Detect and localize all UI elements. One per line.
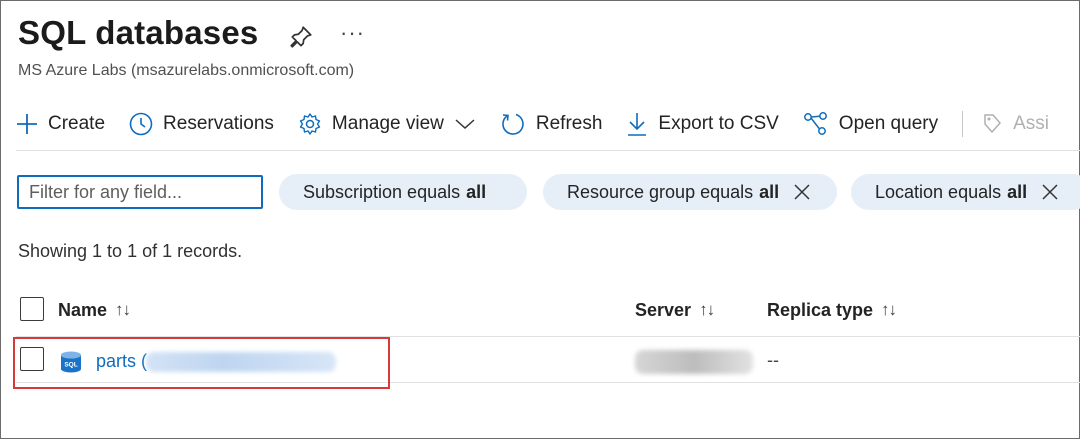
refresh-label: Refresh <box>535 113 603 134</box>
create-label: Create <box>48 113 106 134</box>
reservations-label: Reservations <box>163 113 274 134</box>
filter-pill-subscription[interactable]: Subscription equals all <box>279 174 527 210</box>
redacted-server-name[interactable] <box>635 350 753 374</box>
pill-value: all <box>1007 181 1028 202</box>
export-csv-label: Export to CSV <box>658 113 779 134</box>
export-csv-button[interactable]: Export to CSV <box>626 111 779 137</box>
sort-icon: ↑↓ <box>699 300 715 319</box>
create-button[interactable]: Create <box>16 113 105 135</box>
manage-view-button[interactable]: Manage view <box>298 112 476 136</box>
page-subtitle: MS Azure Labs (msazurelabs.onmicrosoft.c… <box>18 62 355 79</box>
column-label: Server <box>635 299 692 320</box>
filter-pill-resource-group[interactable]: Resource group equals all <box>543 174 837 210</box>
toolbar-separator <box>962 111 964 137</box>
pill-text: Resource group equals <box>567 181 754 202</box>
replica-type-value: -- <box>767 350 779 370</box>
assign-tags-button[interactable]: Assi <box>981 112 1049 136</box>
pill-text: Location equals <box>875 181 1002 202</box>
row-highlight-box <box>13 337 390 389</box>
page-title: SQL databases <box>18 14 259 51</box>
close-icon[interactable] <box>793 183 811 201</box>
open-query-button[interactable]: Open query <box>803 111 938 137</box>
open-query-label: Open query <box>838 113 939 134</box>
clock-icon <box>129 112 153 136</box>
plus-icon <box>17 114 37 134</box>
sort-icon: ↑↓ <box>881 300 897 319</box>
manage-view-label: Manage view <box>331 113 444 134</box>
refresh-button[interactable]: Refresh <box>500 111 603 137</box>
column-header-server[interactable]: Server ↑↓ <box>635 292 715 328</box>
select-all-checkbox[interactable] <box>20 297 44 321</box>
toolbar-divider <box>16 150 1080 151</box>
chevron-down-icon <box>455 119 475 130</box>
filter-input[interactable] <box>17 175 263 209</box>
records-count: Showing 1 to 1 of 1 records. <box>18 241 243 261</box>
column-header-name[interactable]: Name ↑↓ <box>58 292 131 328</box>
pill-value: all <box>759 181 780 202</box>
pin-icon[interactable] <box>288 24 314 50</box>
download-icon <box>628 113 647 136</box>
pill-text: Subscription equals <box>303 181 461 202</box>
query-icon <box>803 112 827 135</box>
close-icon[interactable] <box>1041 183 1059 201</box>
refresh-icon <box>502 113 524 135</box>
sort-icon: ↑↓ <box>115 300 131 319</box>
toolbar: Create Reservations Manage view Refresh … <box>16 106 1073 142</box>
gear-icon <box>299 113 321 135</box>
column-label: Name <box>58 299 108 320</box>
pill-value: all <box>466 181 487 202</box>
tag-icon <box>984 114 1002 134</box>
more-options-icon[interactable]: ··· <box>340 20 365 46</box>
assign-tags-label: Assi <box>1013 113 1049 134</box>
reservations-button[interactable]: Reservations <box>129 112 274 136</box>
column-label: Replica type <box>767 299 874 320</box>
filter-pill-location[interactable]: Location equals all <box>851 174 1080 210</box>
column-header-replica-type[interactable]: Replica type ↑↓ <box>767 292 897 328</box>
